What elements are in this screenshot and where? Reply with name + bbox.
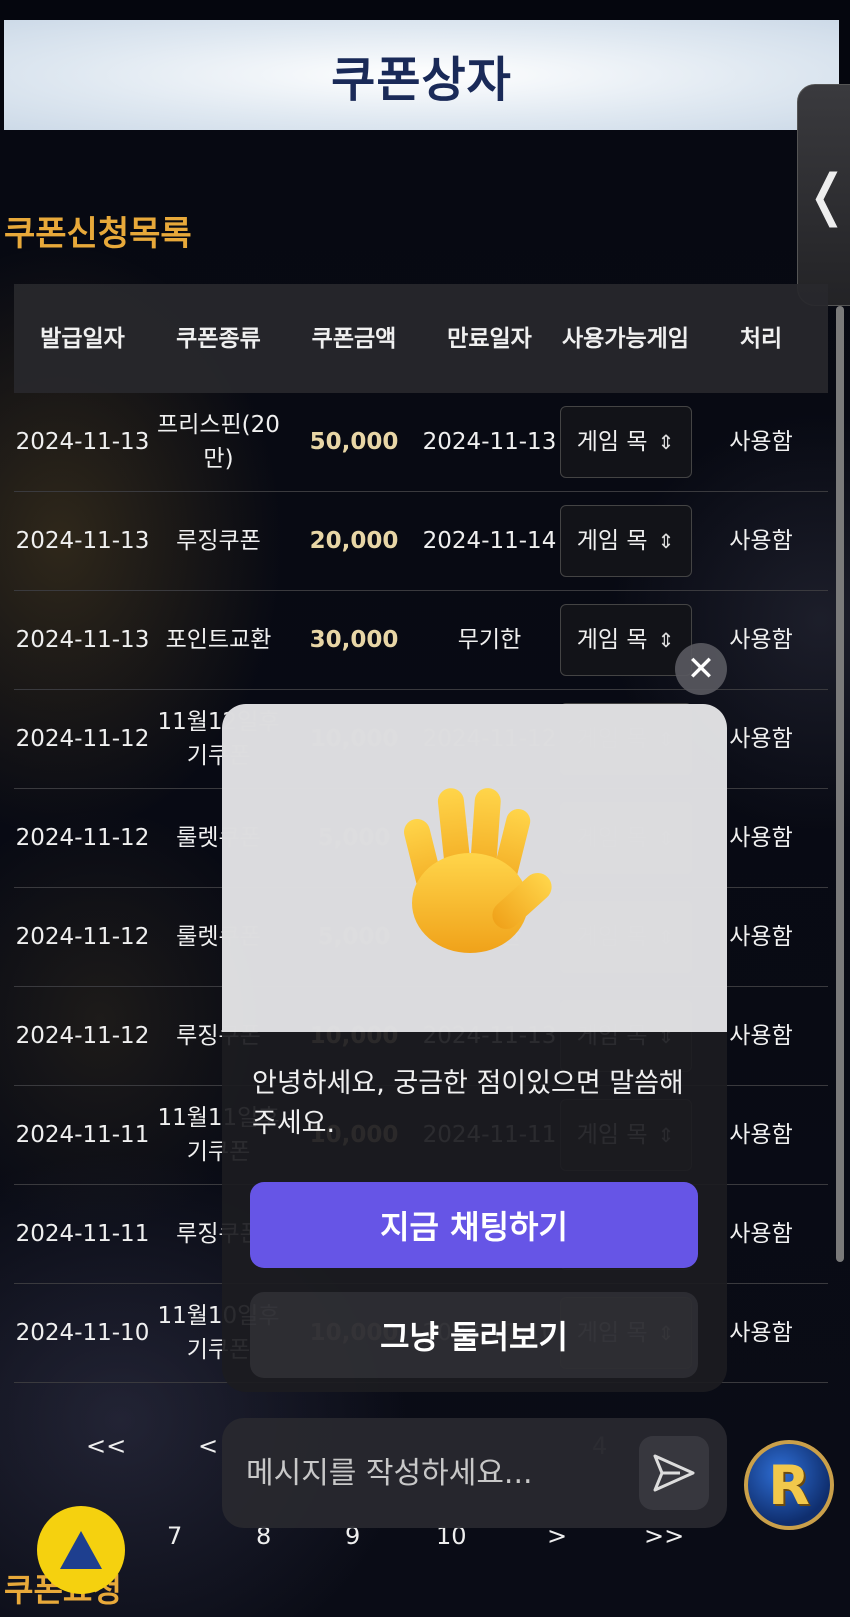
game-cell: 게임 목 ⇕ <box>557 505 694 577</box>
issue-date-cell: 2024-11-12 <box>15 924 150 950</box>
issue-date-cell: 2024-11-12 <box>15 825 150 851</box>
issue-date-cell: 2024-11-13 <box>15 627 150 653</box>
action-cell: 사용함 <box>729 528 793 554</box>
side-panel-toggle[interactable]: ❬ <box>797 84 850 306</box>
game-cell: 게임 목 ⇕ <box>557 604 694 676</box>
chat-greeting: 안녕하세요, 궁금한 점이있으면 말씀해주세요. <box>252 1068 684 1139</box>
issue-date-cell: 2024-11-10 <box>15 1320 150 1346</box>
waving-hand-icon <box>403 788 552 953</box>
send-icon <box>653 1454 695 1492</box>
chat-widget: 안녕하세요, 궁금한 점이있으면 말씀해주세요. 지금 채팅하기 그냥 둘러보기 <box>222 704 727 1392</box>
page-title: 쿠폰상자 <box>331 52 512 108</box>
column-header: 사용가능게임 <box>562 325 689 352</box>
message-bar <box>222 1418 727 1528</box>
chevron-up-down-icon: ⇕ <box>657 430 675 454</box>
brand-logo[interactable]: R <box>744 1440 834 1530</box>
section-title: 쿠폰신청목록 <box>4 214 192 254</box>
chat-close-button[interactable]: ✕ <box>675 643 727 695</box>
issue-date-cell: 2024-11-11 <box>15 1221 150 1247</box>
page-first-link[interactable]: << <box>86 1432 126 1460</box>
column-header: 처리 <box>739 325 783 352</box>
expiry-date-cell: 무기한 <box>457 627 522 653</box>
issue-date-cell: 2024-11-13 <box>15 429 150 455</box>
issue-date-cell: 2024-11-11 <box>15 1122 150 1148</box>
column-header: 쿠폰금액 <box>311 325 397 352</box>
game-select[interactable]: 게임 목 ⇕ <box>559 604 692 676</box>
scrollbar[interactable] <box>836 306 844 1262</box>
message-input[interactable] <box>246 1455 626 1491</box>
chevron-left-icon: ❬ <box>803 162 850 228</box>
expiry-date-cell: 2024-11-14 <box>422 528 557 554</box>
coupon-amount-cell: 30,000 <box>309 627 399 653</box>
chevron-up-down-icon: ⇕ <box>657 628 675 652</box>
expiry-date-cell: 2024-11-13 <box>422 429 557 455</box>
page-prev-link[interactable]: < <box>198 1432 218 1460</box>
game-select[interactable]: 게임 목 ⇕ <box>559 505 692 577</box>
coupon-type-cell: 포인트교환 <box>165 627 272 653</box>
page-header: 쿠폰상자 <box>4 20 839 130</box>
issue-date-cell: 2024-11-12 <box>15 726 150 752</box>
browse-button[interactable]: 그냥 둘러보기 <box>250 1292 698 1378</box>
game-select-value: 게임 목 <box>576 528 648 554</box>
coupon-amount-cell: 20,000 <box>309 528 399 554</box>
game-select-value: 게임 목 <box>576 429 648 455</box>
coupon-amount-cell: 50,000 <box>309 429 399 455</box>
page-link[interactable]: 7 <box>167 1522 182 1550</box>
table-header: 발급일자 쿠폰종류 쿠폰금액 만료일자 사용가능게임 처리 <box>14 284 828 393</box>
action-cell: 사용함 <box>729 429 793 455</box>
game-cell: 게임 목 ⇕ <box>557 406 694 478</box>
triangle-up-icon <box>60 1531 102 1569</box>
column-header: 쿠폰종류 <box>176 325 261 352</box>
coupon-type-cell: 루징쿠폰 <box>176 528 261 554</box>
start-chat-button[interactable]: 지금 채팅하기 <box>250 1182 698 1268</box>
column-header: 만료일자 <box>447 325 532 352</box>
scroll-top-button[interactable] <box>37 1506 125 1594</box>
game-select[interactable]: 게임 목 ⇕ <box>559 406 692 478</box>
column-header: 발급일자 <box>40 325 125 352</box>
game-select-value: 게임 목 <box>576 627 648 653</box>
send-button[interactable] <box>639 1436 709 1510</box>
table-row: 2024-11-13 프리스핀(20만) 50,000 2024-11-13 게임 목 ⇕… <box>14 393 828 492</box>
issue-date-cell: 2024-11-12 <box>15 1023 150 1049</box>
issue-date-cell: 2024-11-13 <box>15 528 150 554</box>
chevron-up-down-icon: ⇕ <box>657 529 675 553</box>
chat-hero <box>222 704 727 1032</box>
table-row: 2024-11-13 루징쿠폰 20,000 2024-11-14 게임 목 ⇕ 사용함 <box>14 492 828 591</box>
coupon-type-cell: 프리스핀(20만) <box>157 412 280 472</box>
